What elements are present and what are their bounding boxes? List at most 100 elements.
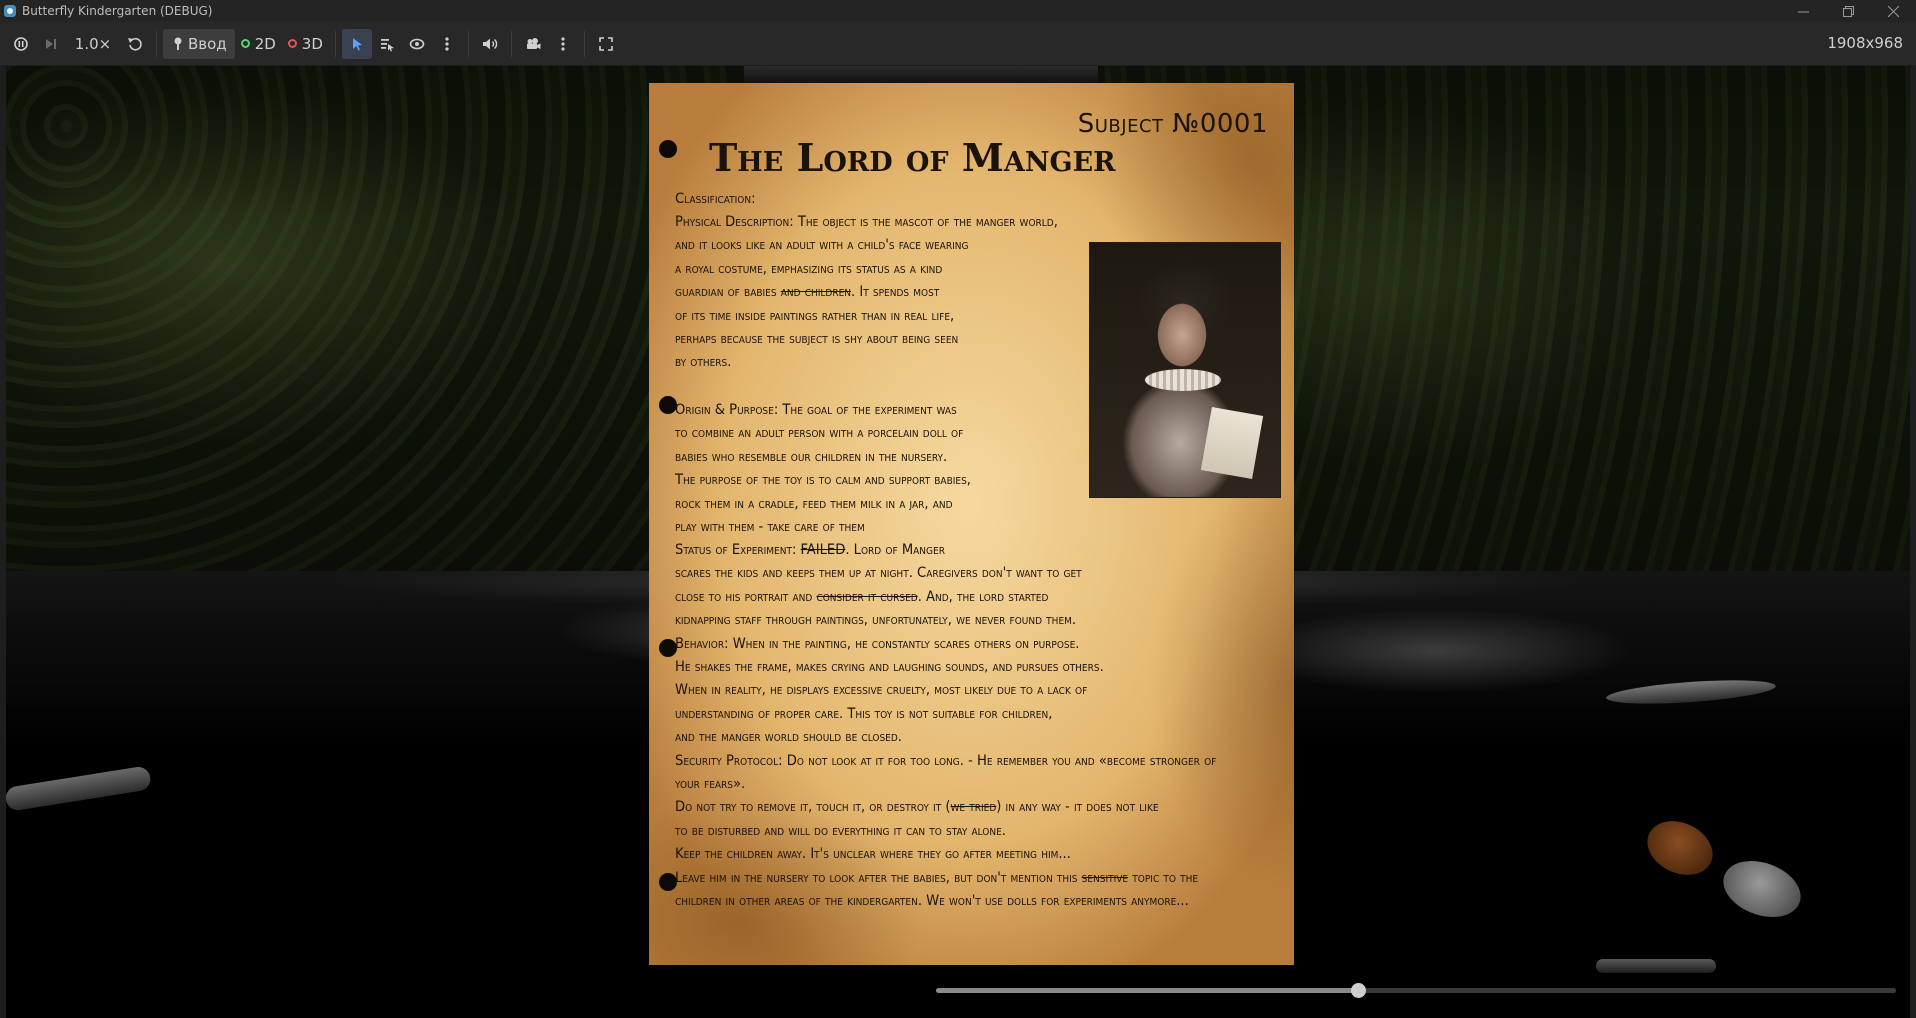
camera-override-button[interactable] xyxy=(518,29,548,59)
joystick-icon xyxy=(174,37,182,50)
line-text: The purpose of the toy is to calm and su… xyxy=(675,471,971,489)
scroll-slider[interactable] xyxy=(936,983,1896,998)
line-text: to combine an adult person with a porcel… xyxy=(675,424,964,442)
document-line: kidnapping staff through paintings, unfo… xyxy=(675,608,1216,631)
document-title: The Lord of Manger xyxy=(709,135,1116,180)
camera-options-button[interactable] xyxy=(548,29,578,59)
visibility-button[interactable] xyxy=(402,29,432,59)
line-text: Origin & Purpose: The goal of the experi… xyxy=(675,401,957,418)
line-text: Status of Experiment: xyxy=(675,541,801,558)
document-line: play with them - take care of them xyxy=(675,515,971,538)
mute-button[interactable] xyxy=(475,29,505,59)
reset-speed-button[interactable] xyxy=(120,29,150,59)
document-line: Origin & Purpose: The goal of the experi… xyxy=(675,398,971,421)
close-icon xyxy=(1888,5,1899,17)
line-text: kidnapping staff through paintings, unfo… xyxy=(675,611,1077,629)
document-line: to combine an adult person with a porcel… xyxy=(675,421,971,444)
struck-text: and children xyxy=(780,283,852,301)
line-text: babies who resemble our children in the … xyxy=(675,447,948,465)
line-text: Do not try to remove it, touch it, or de… xyxy=(675,798,951,816)
window-title: Butterfly Kindergarten (DEBUG) xyxy=(22,4,213,18)
line-text: . Lord of Manger xyxy=(845,541,945,558)
suspend-button[interactable] xyxy=(6,29,36,59)
input-toggle-button[interactable]: Ввод xyxy=(163,28,235,59)
subject-document: Subject №0001 The Lord of Manger Classif… xyxy=(649,83,1294,965)
camera-icon xyxy=(526,37,541,49)
godot-icon xyxy=(4,5,16,17)
physical-description: Physical Description: The object is the … xyxy=(675,210,1058,374)
speed-selector[interactable]: 1.0× xyxy=(70,29,116,59)
document-line: scares the kids and keeps them up at nig… xyxy=(675,561,1216,584)
document-line: your fears». xyxy=(675,772,1216,795)
eye-icon xyxy=(409,38,425,49)
document-line: Keep the children away. It's unclear whe… xyxy=(675,842,1216,865)
line-text: topic to the xyxy=(1128,868,1199,886)
next-frame-button[interactable] xyxy=(36,29,66,59)
toolbar-separator xyxy=(510,30,512,57)
struck-text: we tried xyxy=(950,798,997,816)
document-line: Leave him in the nursery to look after t… xyxy=(675,866,1216,889)
line-text: and the manger world should be closed. xyxy=(675,728,902,746)
document-line: guardian of babies and children. It spen… xyxy=(675,280,1058,303)
struck-text: FAILED xyxy=(800,541,846,558)
line-text: close to his portrait and xyxy=(675,587,817,605)
line-text: of its time inside paintings rather than… xyxy=(675,306,955,324)
toolbar-separator xyxy=(467,30,469,57)
restore-button[interactable] xyxy=(1826,0,1871,22)
next-frame-icon xyxy=(46,38,56,49)
portrait-ruff xyxy=(1145,369,1221,391)
line-text: rock them in a cradle, feed them milk in… xyxy=(675,494,953,512)
line-text: to be disturbed and will do everything i… xyxy=(675,821,1006,839)
fullscreen-button[interactable] xyxy=(591,29,621,59)
more-options-button[interactable] xyxy=(432,29,462,59)
document-line: The purpose of the toy is to calm and su… xyxy=(675,468,971,491)
minimize-icon xyxy=(1798,11,1809,12)
mode-2d-button[interactable]: 2D xyxy=(235,29,282,59)
classification-label: Classification: xyxy=(675,190,756,207)
minimize-button[interactable] xyxy=(1781,0,1826,22)
restore-icon xyxy=(1843,5,1854,17)
mode-2d-label: 2D xyxy=(254,34,276,53)
kebab-menu-icon xyxy=(561,36,565,51)
document-line: and the manger world should be closed. xyxy=(675,725,1216,748)
document-line: He shakes the frame, makes crying and la… xyxy=(675,655,1216,678)
document-line: Status of Experiment: FAILED. Lord of Ma… xyxy=(675,538,1216,561)
line-text: ) in any way - it does not like xyxy=(996,798,1159,816)
line-text: a royal costume, emphasizing its status … xyxy=(675,259,943,277)
document-line: Behavior: When in the painting, he const… xyxy=(675,632,1216,655)
line-text: understanding of proper care. This toy i… xyxy=(675,704,1053,722)
line-text: guardian of babies xyxy=(675,283,781,301)
line-text: play with them - take care of them xyxy=(675,518,865,536)
document-line: When in reality, he displays excessive c… xyxy=(675,678,1216,701)
document-line: babies who resemble our children in the … xyxy=(675,445,971,468)
line-text: . It spends most xyxy=(851,283,940,301)
document-line: children in other areas of the kindergar… xyxy=(675,889,1216,912)
debug-toolbar: 1.0× Ввод 2D 3D xyxy=(0,22,1916,65)
document-line: a royal costume, emphasizing its status … xyxy=(675,257,1058,280)
title-bar: Butterfly Kindergarten (DEBUG) xyxy=(0,0,1916,22)
suspend-icon xyxy=(14,36,28,51)
mode-3d-button[interactable]: 3D xyxy=(282,29,329,59)
mode-3d-dot-icon xyxy=(287,39,297,48)
close-button[interactable] xyxy=(1871,0,1916,22)
line-text: children in other areas of the kindergar… xyxy=(675,892,1189,910)
input-label: Ввод xyxy=(188,34,227,53)
origin-purpose: Origin & Purpose: The goal of the experi… xyxy=(675,398,971,538)
fullscreen-icon xyxy=(599,36,613,51)
lord-portrait-image xyxy=(1090,243,1280,497)
mode-3d-label: 3D xyxy=(301,34,323,53)
document-line: to be disturbed and will do everything i… xyxy=(675,819,1216,842)
line-text: Physical Description: The object is the … xyxy=(675,213,1058,230)
ink-blot xyxy=(659,140,677,158)
game-viewport[interactable]: Subject №0001 The Lord of Manger Classif… xyxy=(6,66,1910,1018)
list-select-button[interactable] xyxy=(372,29,402,59)
document-line: Do not try to remove it, touch it, or de… xyxy=(675,795,1216,818)
toolbar-separator xyxy=(334,30,336,57)
line-text: Leave him in the nursery to look after t… xyxy=(675,868,1082,886)
status-behavior-protocol: Status of Experiment: FAILED. Lord of Ma… xyxy=(675,538,1216,913)
select-tool-button[interactable] xyxy=(341,28,372,59)
line-text: When in reality, he displays excessive c… xyxy=(675,681,1088,699)
document-line: Security Protocol: Do not look at it for… xyxy=(675,749,1216,772)
resolution-label: 1908x968 xyxy=(1827,34,1903,52)
document-line: close to his portrait and consider it cu… xyxy=(675,585,1216,608)
